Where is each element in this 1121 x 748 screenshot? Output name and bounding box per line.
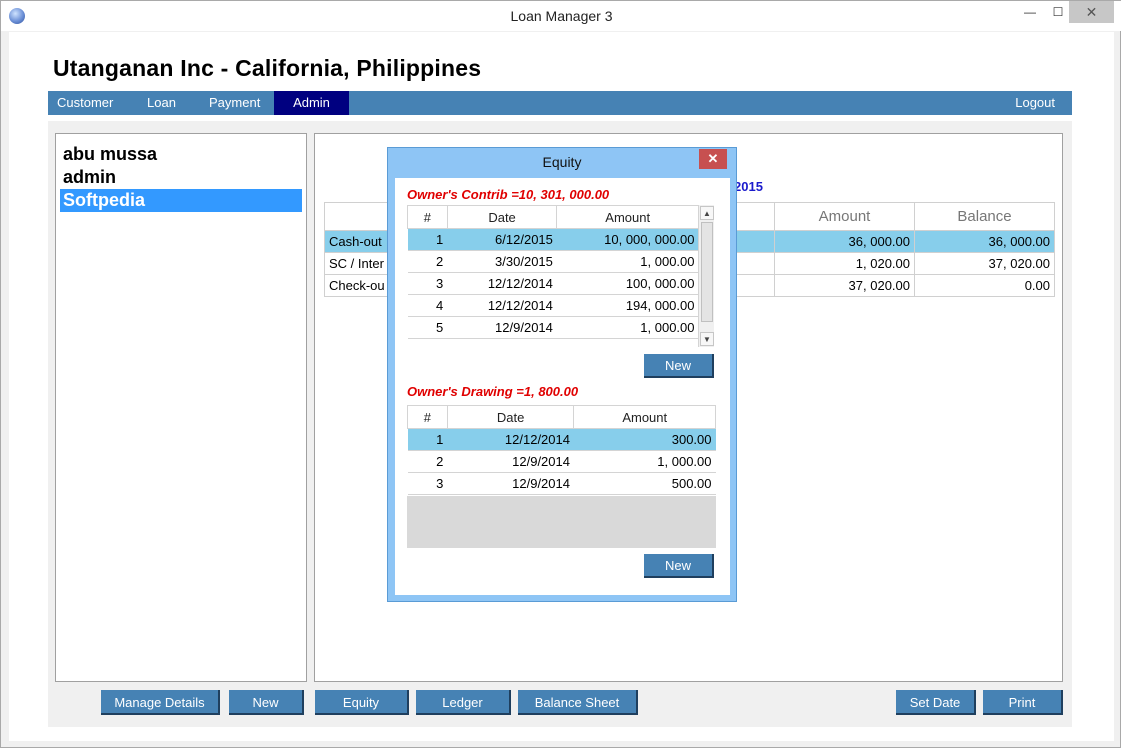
- cell-amount: 1, 000.00: [573, 450, 716, 473]
- column-header[interactable]: Date: [446, 205, 558, 229]
- new-contrib-button[interactable]: New: [644, 354, 714, 378]
- cell-num: 3: [407, 272, 448, 295]
- scroll-down-icon[interactable]: ▼: [700, 332, 714, 346]
- contrib-table: # Date Amount 1 6/12/2015 10, 000, 000.0…: [407, 205, 699, 339]
- row-balance: 0.00: [914, 274, 1055, 297]
- maximize-icon[interactable]: ☐: [1046, 1, 1070, 23]
- list-item[interactable]: abu mussa: [56, 143, 306, 166]
- grid-empty-area: [407, 496, 716, 548]
- dialog-title: Equity: [542, 154, 582, 170]
- header-partial-date: 2015: [734, 179, 763, 194]
- column-header[interactable]: Balance: [914, 202, 1055, 231]
- new-drawing-button[interactable]: New: [644, 554, 714, 578]
- contrib-grid[interactable]: # Date Amount 1 6/12/2015 10, 000, 000.0…: [407, 205, 716, 348]
- drawing-grid[interactable]: # Date Amount 1 12/12/2014 300.00 2 12/9…: [407, 405, 716, 548]
- menu-loan[interactable]: Loan: [138, 91, 185, 115]
- title-bar[interactable]: Loan Manager 3 — ☐ ✕: [1, 1, 1121, 31]
- table-row[interactable]: 3 12/9/2014 500.00: [407, 472, 716, 495]
- window-title: Loan Manager 3: [510, 8, 613, 24]
- equity-dialog: Equity ✕ Owner's Contrib =10, 301, 000.0…: [387, 147, 737, 602]
- row-balance: 36, 000.00: [914, 230, 1055, 253]
- cell-amount: 10, 000, 000.00: [556, 228, 699, 251]
- set-date-button[interactable]: Set Date: [896, 690, 976, 715]
- ledger-button[interactable]: Ledger: [416, 690, 511, 715]
- cell-date: 12/12/2014: [447, 272, 557, 295]
- manage-details-button[interactable]: Manage Details: [101, 690, 220, 715]
- column-header[interactable]: Amount: [573, 405, 716, 429]
- cell-date: 6/12/2015: [447, 228, 557, 251]
- owners-contrib-title: Owner's Contrib =10, 301, 000.00: [407, 187, 610, 202]
- cell-num: 1: [407, 428, 448, 451]
- menu-logout[interactable]: Logout: [1006, 91, 1064, 115]
- user-list[interactable]: abu mussa admin Softpedia: [55, 133, 307, 682]
- cell-amount: 1, 000.00: [556, 316, 699, 339]
- row-amount: 36, 000.00: [774, 230, 915, 253]
- table-row[interactable]: 4 12/12/2014 194, 000.00: [407, 294, 699, 317]
- scroll-up-icon[interactable]: ▲: [700, 206, 714, 220]
- cell-num: 2: [407, 250, 448, 273]
- equity-button[interactable]: Equity: [315, 690, 409, 715]
- cell-amount: 100, 000.00: [556, 272, 699, 295]
- cell-date: 3/30/2015: [447, 250, 557, 273]
- owners-drawing-title: Owner's Drawing =1, 800.00: [407, 384, 579, 399]
- cell-amount: 500.00: [573, 472, 716, 495]
- cell-num: 2: [407, 450, 448, 473]
- scroll-thumb[interactable]: [701, 222, 713, 322]
- company-title: Utanganan Inc - California, Philippines: [53, 55, 482, 81]
- table-row[interactable]: 5 12/9/2014 1, 000.00: [407, 316, 699, 339]
- minimize-icon[interactable]: —: [1018, 1, 1042, 23]
- cell-date: 12/9/2014: [447, 472, 574, 495]
- table-row[interactable]: 3 12/12/2014 100, 000.00: [407, 272, 699, 295]
- cell-num: 5: [407, 316, 448, 339]
- list-item[interactable]: Softpedia: [60, 189, 302, 212]
- print-button[interactable]: Print: [983, 690, 1063, 715]
- menu-customer[interactable]: Customer: [48, 91, 122, 115]
- table-row[interactable]: 1 6/12/2015 10, 000, 000.00: [407, 228, 699, 251]
- column-header[interactable]: Amount: [774, 202, 915, 231]
- close-icon[interactable]: ✕: [1069, 1, 1114, 23]
- cell-date: 12/12/2014: [447, 428, 574, 451]
- row-amount: 37, 020.00: [774, 274, 915, 297]
- drawing-table: # Date Amount 1 12/12/2014 300.00 2 12/9…: [407, 405, 716, 495]
- menu-payment[interactable]: Payment: [200, 91, 269, 115]
- new-user-button[interactable]: New: [229, 690, 304, 715]
- dialog-body: Owner's Contrib =10, 301, 000.00 # Date …: [395, 178, 730, 595]
- column-header[interactable]: Date: [446, 405, 575, 429]
- cell-amount: 1, 000.00: [556, 250, 699, 273]
- cell-date: 12/9/2014: [447, 316, 557, 339]
- dialog-close-icon[interactable]: ✕: [699, 149, 727, 169]
- cell-amount: 300.00: [573, 428, 716, 451]
- contrib-scrollbar[interactable]: ▲ ▼: [698, 205, 714, 347]
- cell-date: 12/12/2014: [447, 294, 557, 317]
- menu-admin[interactable]: Admin: [274, 91, 349, 115]
- column-header[interactable]: #: [407, 405, 448, 429]
- column-header[interactable]: Amount: [556, 205, 699, 229]
- table-row[interactable]: 1 12/12/2014 300.00: [407, 428, 716, 451]
- list-item[interactable]: admin: [56, 166, 306, 189]
- column-header[interactable]: #: [407, 205, 448, 229]
- table-row[interactable]: 2 3/30/2015 1, 000.00: [407, 250, 699, 273]
- cell-num: 1: [407, 228, 448, 251]
- cell-amount: 194, 000.00: [556, 294, 699, 317]
- cell-num: 3: [407, 472, 448, 495]
- cell-num: 4: [407, 294, 448, 317]
- row-amount: 1, 020.00: [774, 252, 915, 275]
- row-balance: 37, 020.00: [914, 252, 1055, 275]
- cell-date: 12/9/2014: [447, 450, 574, 473]
- balance-sheet-button[interactable]: Balance Sheet: [518, 690, 638, 715]
- table-row[interactable]: 2 12/9/2014 1, 000.00: [407, 450, 716, 473]
- menu-bar: Customer Loan Payment Admin Logout: [48, 91, 1072, 115]
- app-window: Loan Manager 3 — ☐ ✕ Utanganan Inc - Cal…: [0, 0, 1121, 748]
